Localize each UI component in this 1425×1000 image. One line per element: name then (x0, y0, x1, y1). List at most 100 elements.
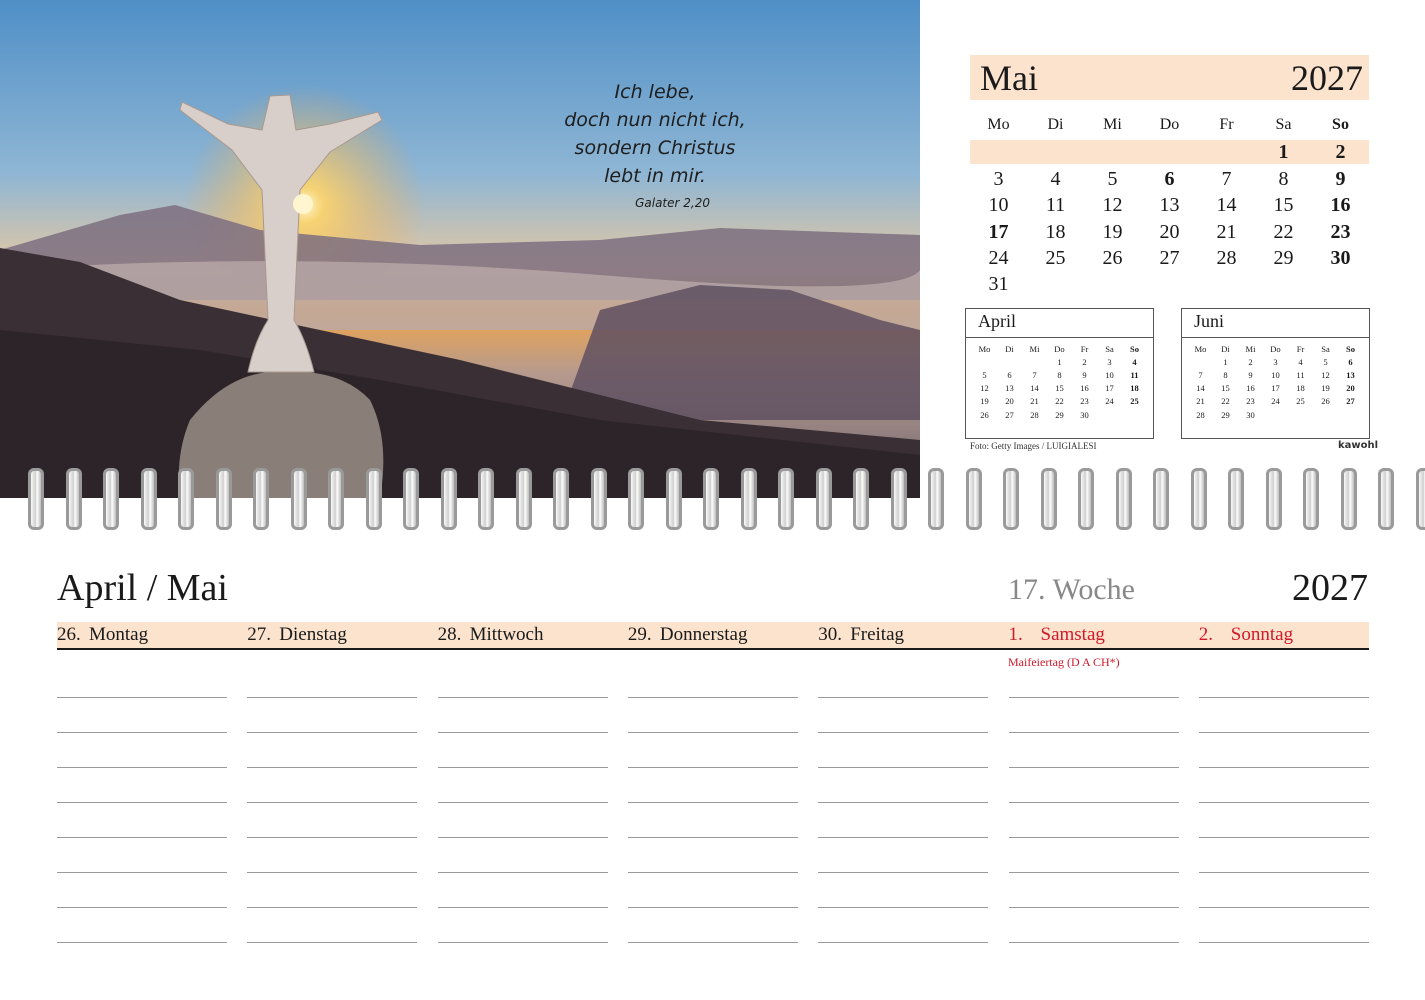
day-cell: 19 (980, 396, 989, 407)
writing-line (1008, 802, 1179, 803)
writing-line (57, 732, 227, 733)
week-row: 31 (970, 271, 1369, 297)
ring-loop (1415, 468, 1425, 530)
spiral-ring (626, 462, 648, 532)
day-cell: 31 (988, 273, 1009, 296)
day-cell: 17 (1105, 383, 1114, 394)
spiral-ring (814, 462, 836, 532)
spiral-ring (289, 462, 311, 532)
writing-line (437, 732, 608, 733)
spiral-ring (1226, 462, 1248, 532)
month-year: 2027 (1291, 58, 1363, 98)
day-cell: 30 (1080, 409, 1089, 420)
day-cell: 4 (1050, 167, 1061, 190)
spiral-ring (589, 462, 611, 532)
ring-loop (403, 468, 419, 530)
week-row: 12 13 14 15 16 17 18 (972, 382, 1147, 395)
month-grid: Mo Di Mi Do Fr Sa So 1 2 3 4 5 6 7 8 9 10 11 12 13 14 15 16 17 1… (970, 112, 1369, 298)
quote-line: lebt in mir. (604, 165, 706, 187)
writing-line (818, 697, 989, 698)
writing-line (57, 697, 227, 698)
day-cell: 21 (1030, 396, 1039, 407)
weekday-label: Mo (978, 343, 991, 354)
ring-loop (1303, 468, 1319, 530)
spiral-ring (214, 462, 236, 532)
day-cell: 3 (993, 167, 1004, 190)
weekday-label: Fr (1219, 116, 1234, 134)
ring-loop (590, 468, 607, 530)
writing-line (57, 872, 227, 873)
spiral-ring (439, 462, 461, 532)
ring-loop (178, 468, 194, 530)
day-header-row: 26. Montag 27. Dienstag 28. Mittwoch 29. Donner… (57, 622, 1369, 650)
day-cell: 15 (1055, 383, 1064, 394)
spiral-ring (1264, 462, 1286, 532)
writing-line (627, 942, 798, 943)
day-cell: 4 (1298, 356, 1303, 367)
sunset-mountain-image (0, 0, 920, 498)
writing-line (1008, 837, 1179, 838)
ring-loop (853, 468, 869, 530)
day-cell: 25 (1130, 396, 1139, 407)
week-row: 28 29 30 (1188, 408, 1363, 421)
weekday-label: Di (1047, 116, 1064, 134)
day-cell: 16 (1330, 194, 1351, 217)
bible-quote: Ich lebe, doch nun nicht ich, sondern Ch… (560, 78, 750, 212)
ring-loop (1340, 468, 1357, 530)
day-number: 2. (1198, 624, 1214, 645)
day-column (818, 697, 989, 977)
day-cell: 7 (1198, 369, 1203, 380)
writing-line (247, 872, 418, 873)
day-cell: 22 (1221, 396, 1230, 407)
ring-loop (1040, 468, 1057, 530)
day-cell: 23 (1246, 396, 1255, 407)
day-cell: 23 (1330, 220, 1351, 243)
weekday-label: Di (1221, 343, 1230, 354)
week-row: 17 18 19 20 21 22 23 (970, 219, 1369, 245)
spiral-ring (1151, 462, 1173, 532)
writing-line (247, 732, 418, 733)
day-cell: 20 (1159, 220, 1180, 243)
ring-loop (103, 468, 119, 530)
writing-line (437, 697, 608, 698)
day-header: 26. Montag (57, 624, 148, 646)
spiral-ring (1001, 462, 1023, 532)
day-cell: 18 (1296, 383, 1305, 394)
weekday-label: Mo (987, 116, 1010, 134)
spiral-ring (514, 462, 536, 532)
ring-loop (1190, 468, 1207, 530)
day-cell: 18 (1130, 383, 1139, 394)
spiral-ring (1339, 462, 1361, 532)
ring-loop (815, 468, 832, 530)
spiral-ring (101, 462, 123, 532)
day-cell: 11 (1130, 369, 1139, 380)
spiral-ring (476, 462, 498, 532)
day-cell: 11 (1296, 369, 1305, 380)
spiral-ring (26, 462, 48, 532)
weekday-label: Di (1005, 343, 1014, 354)
writing-line (437, 767, 608, 768)
spiral-binding (0, 462, 1425, 534)
day-cell: 1 (1278, 140, 1289, 163)
day-header: 2. Sonntag (1199, 624, 1293, 646)
writing-line (627, 872, 798, 873)
weekday-label: Sa (1105, 343, 1114, 354)
weekday-label: Sa (1275, 116, 1292, 134)
ring-loop (553, 468, 569, 530)
week-row: 26 27 28 29 30 (972, 408, 1147, 421)
ring-loop (440, 468, 457, 530)
day-name: Sonntag (1230, 624, 1294, 645)
spiral-ring (851, 462, 873, 532)
day-name: Samstag (1040, 624, 1105, 645)
day-cell: 12 (1321, 369, 1330, 380)
week-row: 3 4 5 6 7 8 9 (970, 166, 1369, 192)
writing-line (627, 697, 798, 698)
writing-line (437, 907, 608, 908)
day-cell: 6 (1007, 369, 1012, 380)
mini-calendar-grid: Mo Di Mi Do Fr Sa So 1 2 3 4 5 6 7 8 9 10 11 12 13 14 15 16 17 1… (1182, 338, 1369, 421)
spiral-ring (1301, 462, 1323, 532)
day-cell: 23 (1080, 396, 1089, 407)
spiral-ring (551, 462, 573, 532)
spiral-ring (664, 462, 686, 532)
day-number: 1. (1008, 624, 1023, 645)
